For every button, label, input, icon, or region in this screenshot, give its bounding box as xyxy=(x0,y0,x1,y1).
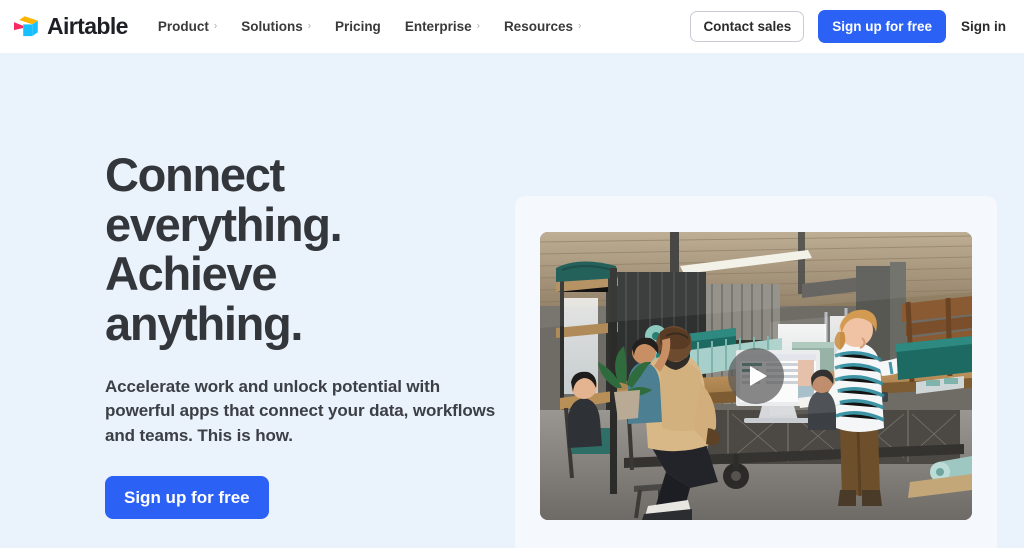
headline-line: anything. xyxy=(105,296,303,350)
headline-line: everything. xyxy=(105,197,343,251)
nav-item-resources[interactable]: Resources › xyxy=(492,13,593,40)
headline-line: Achieve xyxy=(105,247,277,301)
chevron-right-icon: › xyxy=(213,20,218,31)
headline-line: Connect xyxy=(105,148,285,201)
hero-copy: Connect everything. Achieve anything. Ac… xyxy=(0,53,510,519)
header-signup-button[interactable]: Sign up for free xyxy=(818,9,946,44)
nav-item-label: Resources xyxy=(503,19,573,34)
header-actions: Contact sales Sign up for free Sign in xyxy=(690,9,1006,44)
hero-signup-button[interactable]: Sign up for free xyxy=(105,475,269,519)
nav-item-product[interactable]: Product › xyxy=(146,13,229,40)
nav-item-label: Solutions xyxy=(241,19,303,34)
hero-section: Connect everything. Achieve anything. Ac… xyxy=(0,53,1024,548)
contact-sales-button[interactable]: Contact sales xyxy=(690,10,805,43)
nav-item-solutions[interactable]: Solutions › xyxy=(229,13,323,40)
play-icon[interactable] xyxy=(728,348,784,404)
hero-media-card xyxy=(515,196,997,548)
primary-nav: Product › Solutions › Pricing Enterprise… xyxy=(146,13,691,40)
nav-item-label: Product xyxy=(157,19,209,34)
page-title: Connect everything. Achieve anything. xyxy=(105,150,510,348)
nav-item-enterprise[interactable]: Enterprise › xyxy=(393,13,492,40)
chevron-right-icon: › xyxy=(476,20,480,31)
brand-name: Airtable xyxy=(47,13,128,39)
chevron-right-icon: › xyxy=(577,20,582,31)
play-triangle xyxy=(750,366,767,386)
sign-in-link[interactable]: Sign in xyxy=(960,19,1006,34)
airtable-logo-link[interactable]: Airtable xyxy=(12,15,146,39)
site-header: Airtable Product › Solutions › Pricing E… xyxy=(0,0,1024,53)
airtable-cube-icon xyxy=(12,15,40,39)
nav-item-label: Pricing xyxy=(335,19,381,34)
nav-item-label: Enterprise xyxy=(404,19,472,34)
hero-subheading: Accelerate work and unlock potential wit… xyxy=(105,377,496,445)
hero-video-thumbnail[interactable] xyxy=(540,232,972,520)
nav-item-pricing[interactable]: Pricing xyxy=(323,13,393,40)
chevron-right-icon: › xyxy=(307,20,312,31)
